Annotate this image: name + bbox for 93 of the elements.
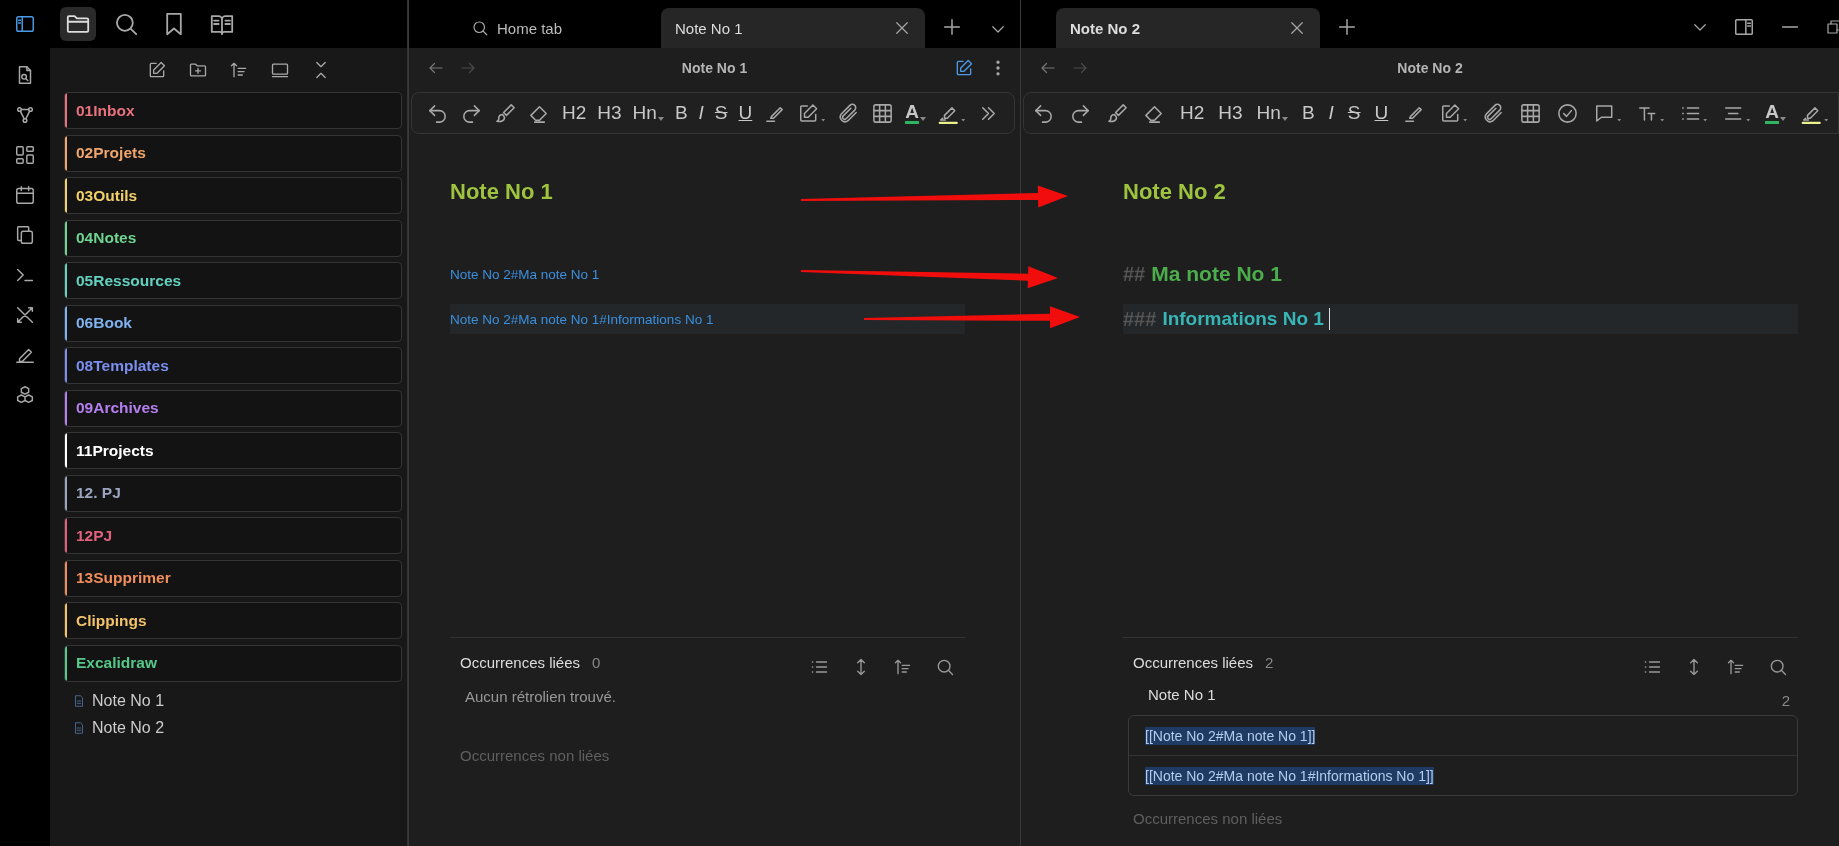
search-icon xyxy=(471,19,489,37)
backlink-file[interactable]: Note No 1 xyxy=(1148,686,1216,709)
folder-item[interactable]: 02Projets xyxy=(64,134,402,172)
note-heading: Note No 1 xyxy=(450,179,553,206)
font-color-button[interactable]: A xyxy=(905,102,926,124)
crossed-tools-icon[interactable] xyxy=(14,304,36,326)
count: 2 xyxy=(1781,692,1790,709)
internal-link[interactable]: Note No 2#Ma note No 1#Informations No 1 xyxy=(450,311,714,327)
grid-icon[interactable] xyxy=(14,144,36,166)
folder-item[interactable]: 06Book xyxy=(64,304,402,342)
restore-icon[interactable] xyxy=(1825,18,1839,36)
section-title: Occurrences liées xyxy=(1133,653,1254,671)
folder-item[interactable]: 11Projects xyxy=(64,432,402,469)
tab[interactable]: Note No 1 xyxy=(661,8,925,48)
internal-link[interactable]: Note No 2#Ma note No 1 xyxy=(450,266,600,282)
file-icon xyxy=(72,693,86,708)
folder-item[interactable]: 13Supprimer xyxy=(64,559,402,597)
empty-message: Aucun rétrolien trouvé. xyxy=(464,687,617,705)
folder-item[interactable]: 08Templates xyxy=(64,347,402,384)
edit-icon[interactable] xyxy=(1439,101,1469,125)
hn-button[interactable]: Hn xyxy=(632,102,664,124)
copy-icon[interactable] xyxy=(14,224,36,246)
caret-icon xyxy=(1780,116,1786,121)
count: 0 xyxy=(592,653,601,671)
heading-marker: ### xyxy=(1123,307,1157,331)
section-title: Occurrences non liées xyxy=(459,746,611,764)
strike-button[interactable]: S xyxy=(1347,102,1361,124)
section-title: Occurrences non liées xyxy=(1132,809,1284,827)
right-sidebar-icon[interactable] xyxy=(1733,16,1755,38)
count: 2 xyxy=(1265,653,1274,671)
hn-button[interactable]: Hn xyxy=(1256,102,1288,124)
close-icon[interactable] xyxy=(1288,19,1306,37)
italic-button[interactable]: I xyxy=(1328,102,1334,124)
caret-icon xyxy=(1281,117,1288,121)
edit-icon[interactable] xyxy=(797,101,827,125)
note-title: Note No 1 xyxy=(681,60,748,76)
section-heading: Informations No 1 xyxy=(1162,308,1324,330)
strike-button[interactable]: S xyxy=(714,102,728,124)
plus-icon[interactable] xyxy=(1336,16,1358,38)
cubes-icon[interactable] xyxy=(14,384,36,406)
tab-label[interactable]: Home tab xyxy=(497,19,563,37)
sidebar-toggle-icon[interactable] xyxy=(14,13,36,35)
sort-icon[interactable] xyxy=(228,60,249,80)
graph-icon[interactable] xyxy=(14,104,36,126)
h3-button[interactable]: H3 xyxy=(597,102,622,124)
folder-item[interactable]: 12PJ xyxy=(64,517,402,554)
brush-icon[interactable] xyxy=(1106,101,1129,125)
file-icon xyxy=(72,720,86,735)
sort-icon[interactable] xyxy=(1726,657,1746,677)
font-color-button[interactable]: A xyxy=(1765,102,1786,124)
files-icon[interactable] xyxy=(60,7,96,41)
folder-item[interactable]: 05Ressources xyxy=(64,262,402,299)
backlink-match[interactable]: [[Note No 2#Ma note No 1#Informations No 1]] xyxy=(1145,766,1434,785)
plus-icon[interactable] xyxy=(941,16,963,38)
note-heading: Note No 2 xyxy=(1123,179,1226,206)
folder-item[interactable]: 03Outils xyxy=(64,177,402,214)
tab[interactable]: Home tab xyxy=(449,8,655,48)
tab-label[interactable]: Note No 1 xyxy=(675,19,743,37)
folder-item[interactable]: 01Inbox xyxy=(64,92,402,129)
section-heading: Ma note No 1 xyxy=(1151,262,1282,286)
tab[interactable]: Note No 2 xyxy=(1056,8,1320,48)
search-icon[interactable] xyxy=(935,657,955,677)
sort-icon[interactable] xyxy=(893,657,913,677)
bold-button[interactable]: B xyxy=(674,102,688,124)
check-icon[interactable] xyxy=(1556,101,1580,125)
heading-marker: ## xyxy=(1123,262,1146,286)
folder-item[interactable]: Clippings xyxy=(64,602,402,639)
bold-button[interactable]: B xyxy=(1301,102,1315,124)
edit-icon[interactable] xyxy=(954,58,974,78)
underline-button[interactable]: U xyxy=(738,102,753,124)
underline-button[interactable]: U xyxy=(1374,102,1389,124)
table-icon[interactable] xyxy=(1519,101,1543,125)
folder-item[interactable]: 09Archives xyxy=(64,389,402,427)
h2-button[interactable]: H2 xyxy=(1180,102,1205,124)
calendar-icon[interactable] xyxy=(14,184,36,206)
note-title: Note No 2 xyxy=(1397,60,1463,76)
italic-button[interactable]: I xyxy=(698,102,704,124)
folder-item[interactable]: 04Notes xyxy=(64,219,402,257)
caret-icon xyxy=(920,116,926,121)
h3-button[interactable]: H3 xyxy=(1218,102,1243,124)
table-icon[interactable] xyxy=(871,101,895,125)
search-icon[interactable] xyxy=(1768,657,1788,677)
file-item[interactable]: Note No 1 xyxy=(92,691,165,710)
brush-icon[interactable] xyxy=(494,101,517,125)
file-item[interactable]: Note No 2 xyxy=(92,718,165,737)
section-title: Occurrences liées xyxy=(460,653,581,671)
backlink-match[interactable]: [[Note No 2#Ma note No 1]] xyxy=(1145,726,1316,745)
tab-label[interactable]: Note No 2 xyxy=(1070,19,1140,37)
h2-button[interactable]: H2 xyxy=(562,102,587,124)
close-icon[interactable] xyxy=(893,19,911,37)
caret-icon xyxy=(657,117,664,121)
folder-item[interactable]: 12. PJ xyxy=(64,474,402,512)
folder-item[interactable]: Excalidraw xyxy=(64,644,402,682)
